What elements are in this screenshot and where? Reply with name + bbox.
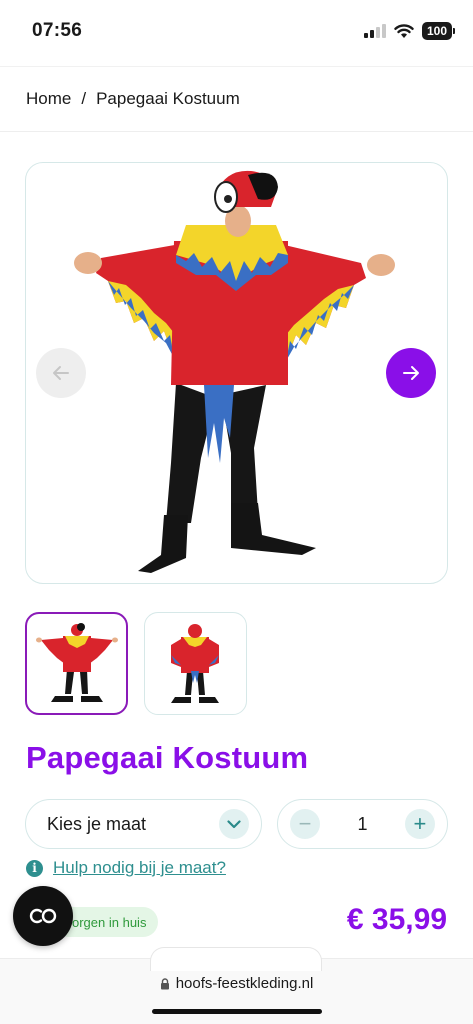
browser-url-bar: hoofs-feestkleding.nl	[0, 947, 473, 1024]
status-time: 07:56	[32, 20, 83, 41]
signal-icon	[364, 24, 386, 38]
gallery-prev-button[interactable]	[36, 348, 86, 398]
quantity-stepper: − 1 +	[277, 799, 448, 849]
chevron-down-button	[219, 809, 249, 839]
quantity-increase-button[interactable]: +	[404, 809, 435, 839]
battery-level: 100	[422, 22, 452, 40]
size-help: i Hulp nodig bij je maat?	[26, 858, 226, 878]
product-price: € 35,99	[346, 903, 447, 936]
breadcrumb-separator: /	[81, 89, 87, 108]
status-icons: 100	[364, 22, 455, 40]
thumbnail-image	[36, 623, 118, 702]
breadcrumb-current: Papegaai Kostuum	[96, 89, 240, 108]
lock-icon	[160, 977, 169, 989]
wifi-icon	[394, 23, 414, 38]
chevron-down-icon	[227, 819, 241, 828]
chat-logo-icon	[29, 908, 57, 924]
gallery-next-button[interactable]	[386, 348, 436, 398]
arrow-left-icon	[53, 366, 69, 380]
battery-icon: 100	[422, 22, 455, 40]
breadcrumb-home-link[interactable]: Home	[26, 89, 71, 109]
product-title: Papegaai Kostuum	[26, 740, 309, 775]
thumbnail-image	[171, 624, 219, 703]
thumbnail-front[interactable]	[25, 612, 128, 715]
quantity-value[interactable]: 1	[357, 814, 367, 835]
chat-button[interactable]	[13, 886, 73, 946]
breadcrumb: Home / Papegaai Kostuum	[0, 66, 473, 132]
arrow-right-icon	[403, 366, 419, 380]
product-image-gallery[interactable]	[25, 162, 448, 584]
size-select[interactable]: Kies je maat	[25, 799, 262, 849]
quantity-decrease-button[interactable]: −	[290, 809, 320, 839]
ghost-button-edge	[150, 947, 322, 971]
url-text: hoofs-feestkleding.nl	[175, 975, 314, 992]
size-help-link[interactable]: Hulp nodig bij je maat?	[53, 858, 226, 878]
size-select-value: Kies je maat	[47, 813, 147, 834]
url-field[interactable]: hoofs-feestkleding.nl	[0, 975, 473, 992]
status-bar: 07:56 100	[0, 0, 473, 62]
thumbnail-back[interactable]	[144, 612, 247, 715]
info-icon: i	[26, 859, 43, 877]
product-image	[74, 170, 395, 573]
home-indicator	[152, 1009, 322, 1014]
